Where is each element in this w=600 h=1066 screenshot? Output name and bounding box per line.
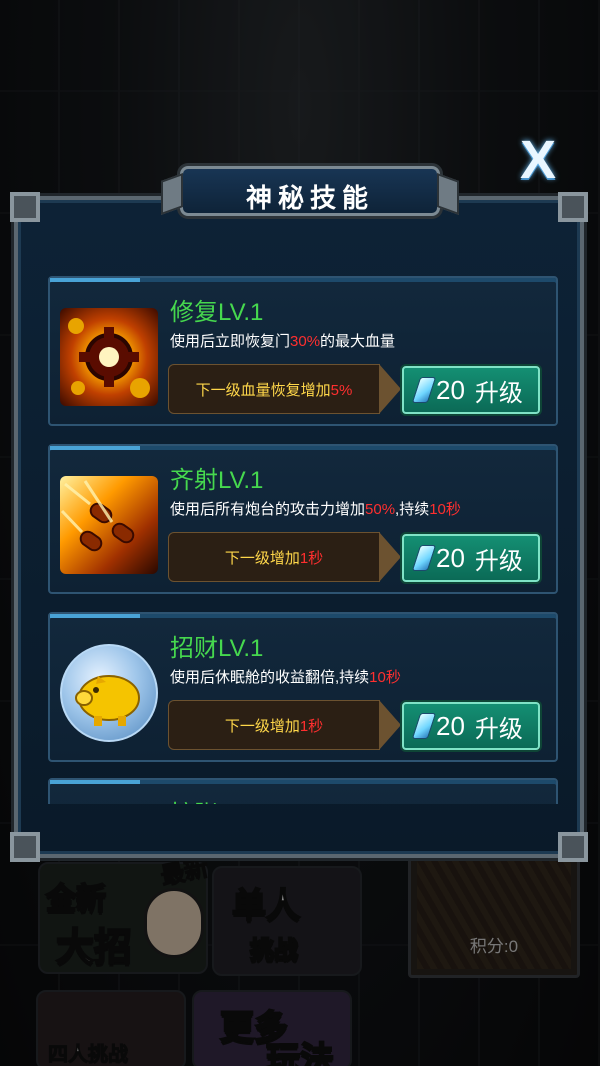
dialog-title: 神秘技能 — [245, 183, 374, 213]
crystal-icon — [411, 713, 437, 739]
desc-text: ,持续 — [395, 501, 430, 518]
skill-card-expand: 扩张LV.1 — [48, 778, 558, 804]
skill-description: 使用后立即恢复门30%的最大血量 — [170, 332, 470, 352]
gear-explosion-icon — [60, 308, 158, 406]
missile-salvo-icon — [60, 476, 158, 574]
close-icon: X — [519, 130, 557, 190]
skill-name: 修复LV.1 — [170, 299, 264, 326]
desc-text: 的最大血量 — [320, 333, 396, 350]
frame-corner — [10, 192, 40, 222]
golden-pig-icon — [60, 644, 158, 742]
skill-description: 使用后休眠舱的收益翻倍,持续10秒 — [170, 668, 470, 688]
skill-name: 扩张LV.1 — [170, 794, 263, 804]
skill-name: 招财LV.1 — [170, 635, 264, 662]
upgrade-label: 升级 — [474, 547, 523, 575]
upgrade-button[interactable]: 20 升级 — [402, 366, 540, 414]
next-highlight: 1秒 — [299, 717, 324, 735]
frame-corner — [558, 192, 588, 222]
next-level-info: 下一级增加1秒 — [168, 532, 401, 582]
dialog-title-tab: 神秘技能 — [180, 166, 440, 216]
upgrade-cost: 20 — [436, 374, 465, 405]
next-text: 下一级血量恢复增加 — [195, 381, 331, 399]
upgrade-label: 升级 — [474, 379, 523, 407]
skill-card-fortune: 招财LV.1 使用后休眠舱的收益翻倍,持续10秒 下一级增加1秒 20 升级 — [48, 612, 558, 762]
next-highlight: 5% — [330, 381, 353, 399]
skill-list[interactable]: 修复LV.1 使用后立即恢复门30%的最大血量 下一级血量恢复增加5% 20 升… — [48, 268, 558, 804]
crystal-icon — [411, 377, 437, 403]
next-text: 下一级增加 — [224, 717, 300, 735]
desc-text: 使用后所有炮台的攻击力增加 — [170, 501, 366, 518]
upgrade-button[interactable]: 20 升级 — [402, 534, 540, 582]
desc-highlight: 10秒 — [369, 669, 401, 686]
desc-highlight: 10秒 — [429, 501, 461, 518]
upgrade-cost: 20 — [436, 542, 465, 573]
next-text: 下一级增加 — [224, 549, 300, 567]
next-level-info: 下一级增加1秒 — [168, 700, 401, 750]
desc-text: 使用后立即恢复门 — [170, 333, 291, 350]
desc-text: 使用后休眠舱的收益翻倍,持续 — [170, 669, 370, 686]
upgrade-cost: 20 — [436, 710, 465, 741]
desc-highlight: 30% — [290, 333, 321, 350]
desc-highlight: 50% — [365, 501, 396, 518]
upgrade-label: 升级 — [474, 715, 523, 743]
skill-description: 使用后所有炮台的攻击力增加50%,持续10秒 — [170, 500, 470, 520]
skill-name: 齐射LV.1 — [170, 467, 264, 494]
skill-card-salvo: 齐射LV.1 使用后所有炮台的攻击力增加50%,持续10秒 下一级增加1秒 20… — [48, 444, 558, 594]
frame-corner — [10, 832, 40, 862]
skill-card-repair: 修复LV.1 使用后立即恢复门30%的最大血量 下一级血量恢复增加5% 20 升… — [48, 276, 558, 426]
crystal-icon — [411, 545, 437, 571]
next-level-info: 下一级血量恢复增加5% — [168, 364, 401, 414]
upgrade-button[interactable]: 20 升级 — [402, 702, 540, 750]
close-button[interactable]: X — [510, 130, 566, 190]
frame-corner — [558, 832, 588, 862]
next-highlight: 1秒 — [299, 549, 324, 567]
